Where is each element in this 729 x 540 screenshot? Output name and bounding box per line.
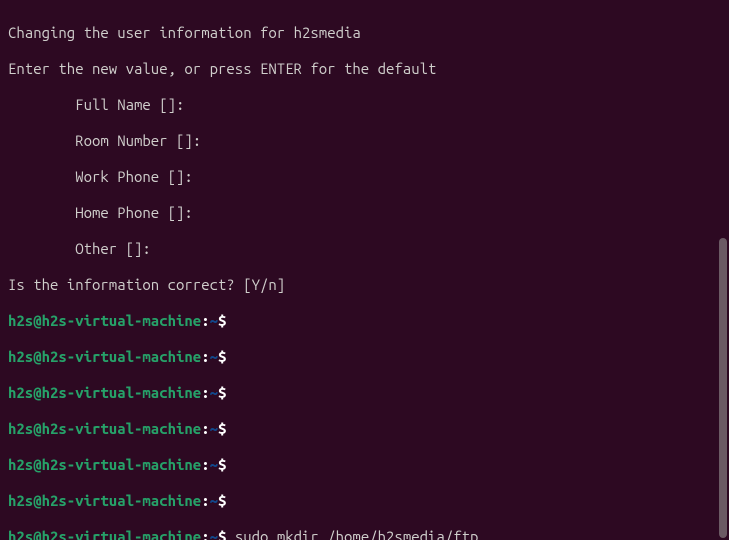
prompt-path: ~ bbox=[210, 492, 218, 509]
output-line: Work Phone []: bbox=[8, 168, 721, 186]
prompt-userhost: h2s@h2s-virtual-machine bbox=[8, 312, 201, 329]
command-text bbox=[226, 384, 234, 401]
prompt-colon: : bbox=[201, 312, 209, 329]
prompt-path: ~ bbox=[210, 456, 218, 473]
terminal-output[interactable]: Changing the user information for h2smed… bbox=[0, 0, 729, 540]
command-text: sudo mkdir /home/h2smedia/ftp bbox=[226, 528, 478, 540]
prompt-userhost: h2s@h2s-virtual-machine bbox=[8, 492, 201, 509]
output-line: Room Number []: bbox=[8, 132, 721, 150]
output-line: Other []: bbox=[8, 240, 721, 258]
prompt-line: h2s@h2s-virtual-machine:~$ bbox=[8, 420, 721, 438]
prompt-userhost: h2s@h2s-virtual-machine bbox=[8, 528, 201, 540]
command-text bbox=[226, 312, 234, 329]
prompt-userhost: h2s@h2s-virtual-machine bbox=[8, 456, 201, 473]
prompt-colon: : bbox=[201, 384, 209, 401]
prompt-colon: : bbox=[201, 492, 209, 509]
command-text bbox=[226, 456, 234, 473]
prompt-line: h2s@h2s-virtual-machine:~$ bbox=[8, 456, 721, 474]
command-text bbox=[226, 348, 234, 365]
prompt-colon: : bbox=[201, 528, 209, 540]
prompt-path: ~ bbox=[210, 384, 218, 401]
prompt-path: ~ bbox=[210, 312, 218, 329]
prompt-path: ~ bbox=[210, 528, 218, 540]
output-line: Home Phone []: bbox=[8, 204, 721, 222]
prompt-userhost: h2s@h2s-virtual-machine bbox=[8, 348, 201, 365]
prompt-colon: : bbox=[201, 348, 209, 365]
output-line: Enter the new value, or press ENTER for … bbox=[8, 60, 721, 78]
prompt-line: h2s@h2s-virtual-machine:~$ bbox=[8, 348, 721, 366]
scrollbar-track[interactable] bbox=[717, 2, 727, 538]
prompt-colon: : bbox=[201, 420, 209, 437]
output-line: Full Name []: bbox=[8, 96, 721, 114]
prompt-line: h2s@h2s-virtual-machine:~$ sudo mkdir /h… bbox=[8, 528, 721, 540]
prompt-path: ~ bbox=[210, 420, 218, 437]
command-text bbox=[226, 420, 234, 437]
prompt-line: h2s@h2s-virtual-machine:~$ bbox=[8, 492, 721, 510]
prompt-line: h2s@h2s-virtual-machine:~$ bbox=[8, 384, 721, 402]
scrollbar-thumb[interactable] bbox=[719, 238, 727, 538]
output-line: Changing the user information for h2smed… bbox=[8, 24, 721, 42]
command-text bbox=[226, 492, 234, 509]
output-line: Is the information correct? [Y/n] bbox=[8, 276, 721, 294]
prompt-path: ~ bbox=[210, 348, 218, 365]
prompt-line: h2s@h2s-virtual-machine:~$ bbox=[8, 312, 721, 330]
prompt-colon: : bbox=[201, 456, 209, 473]
prompt-userhost: h2s@h2s-virtual-machine bbox=[8, 420, 201, 437]
prompt-userhost: h2s@h2s-virtual-machine bbox=[8, 384, 201, 401]
